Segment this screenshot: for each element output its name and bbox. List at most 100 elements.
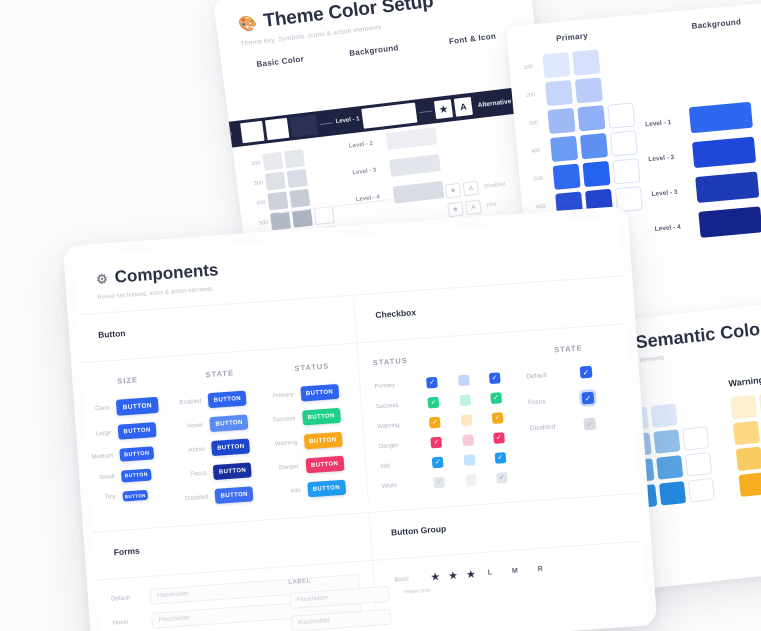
warning-swatch[interactable]	[732, 420, 761, 446]
checkbox-checked-alt[interactable]: ✓	[494, 452, 507, 464]
checkbox-default[interactable]: ✓	[579, 365, 593, 379]
segment-left[interactable]: L	[488, 569, 493, 576]
demo-button[interactable]: BUTTON	[207, 390, 247, 409]
scale-swatch[interactable]	[262, 151, 284, 171]
primary-step: 500	[533, 175, 544, 183]
demo-button[interactable]: BUTTON	[305, 455, 345, 474]
info-swatch[interactable]	[656, 455, 684, 480]
scale-swatch-alt[interactable]	[286, 168, 308, 189]
background-level-swatch[interactable]	[698, 206, 761, 238]
warning-swatch[interactable]	[738, 472, 761, 497]
checkbox-checked-alt[interactable]: ✓	[491, 412, 504, 424]
primary-swatch-outline[interactable]	[609, 130, 638, 157]
scale-swatch-alt[interactable]	[284, 149, 306, 169]
demo-button[interactable]: BUTTON	[120, 468, 152, 483]
demo-button[interactable]: BUTTON	[209, 414, 249, 433]
row-label: Medium	[91, 452, 114, 461]
demo-button[interactable]: BUTTON	[117, 422, 157, 440]
demo-button[interactable]: BUTTON	[122, 489, 149, 502]
star-icon[interactable]: ★	[444, 182, 462, 199]
font-icon-label: Hint	[486, 201, 497, 209]
form-input-labeled-2[interactable]: Placeholder	[290, 608, 392, 631]
checkbox-checked[interactable]: ✓	[432, 456, 444, 469]
primary-swatch-alt[interactable]	[577, 105, 606, 132]
primary-swatch-alt[interactable]	[582, 160, 611, 188]
dark-bar-swatch-white-2[interactable]	[264, 117, 290, 141]
info-swatch[interactable]	[653, 429, 681, 454]
info-swatch[interactable]	[658, 480, 687, 506]
scale-swatch[interactable]	[267, 191, 289, 211]
checkbox-checked-alt[interactable]: ✓	[493, 432, 505, 444]
checkbox-checked[interactable]: ✓	[426, 376, 439, 389]
checkbox-checked[interactable]: ✓	[427, 396, 440, 409]
checkbox-checked-alt[interactable]: ✓	[495, 472, 508, 484]
checkbox-checked-alt[interactable]: ✓	[490, 392, 502, 405]
letter-a-icon[interactable]: A	[462, 180, 480, 197]
dark-bar-swatch-white-1[interactable]	[240, 120, 265, 144]
scale-swatch-alt[interactable]	[289, 188, 311, 208]
checkbox-light[interactable]	[457, 374, 470, 387]
checkbox-checked[interactable]: ✓	[430, 436, 443, 449]
demo-button[interactable]: BUTTON	[211, 438, 251, 457]
segmented-control[interactable]: L M R	[488, 566, 544, 577]
primary-swatch-outline[interactable]	[612, 158, 641, 185]
primary-step: 400	[530, 148, 541, 155]
info-swatch[interactable]	[650, 403, 678, 429]
demo-button[interactable]: BUTTON	[119, 446, 155, 462]
background-level-swatch[interactable]	[695, 171, 760, 203]
demo-button[interactable]: BUTTON	[303, 431, 343, 450]
primary-swatch-alt[interactable]	[574, 77, 603, 104]
star-icon[interactable]: ★	[433, 99, 454, 120]
checkbox-light[interactable]	[459, 394, 471, 407]
primary-swatch[interactable]	[547, 107, 576, 135]
checkbox-light[interactable]	[464, 474, 477, 487]
checkbox-light[interactable]	[463, 454, 476, 467]
demo-button[interactable]: BUTTON	[306, 479, 346, 498]
star-icon[interactable]: ★	[447, 201, 464, 218]
demo-button[interactable]: BUTTON	[301, 407, 341, 426]
info-swatch-outline[interactable]	[684, 452, 713, 477]
scale-swatch[interactable]	[264, 171, 286, 191]
checkbox-checked[interactable]: ✓	[429, 416, 442, 429]
demo-button[interactable]: BUTTON	[214, 486, 254, 504]
letter-a-icon[interactable]: A	[465, 199, 482, 216]
scale-swatch[interactable]	[269, 211, 292, 231]
background-level-swatch[interactable]	[389, 154, 441, 177]
demo-button[interactable]: BUTTON	[213, 462, 253, 481]
background-level-swatch[interactable]	[392, 180, 445, 204]
star-icon[interactable]: ★	[466, 568, 477, 582]
info-swatch-outline[interactable]	[682, 426, 710, 451]
warning-swatch[interactable]	[735, 446, 761, 472]
checkbox-focus[interactable]: ✓	[581, 391, 595, 405]
components-title: Components	[114, 260, 220, 287]
segment-middle[interactable]: M	[512, 568, 518, 575]
segment-right[interactable]: R	[538, 566, 544, 573]
row-label: Primary	[272, 391, 294, 400]
checkbox-light[interactable]	[460, 414, 473, 427]
primary-swatch[interactable]	[542, 52, 571, 79]
primary-swatch[interactable]	[544, 79, 574, 107]
button-row: Success BUTTON	[269, 406, 362, 428]
primary-swatch-alt[interactable]	[572, 49, 601, 76]
info-swatch-empty	[679, 400, 706, 425]
checkbox-light[interactable]	[461, 434, 474, 447]
primary-swatch-outline[interactable]	[607, 102, 636, 129]
primary-swatch[interactable]	[550, 135, 579, 162]
background-level-swatch[interactable]	[688, 101, 753, 134]
button-row: Small BUTTON	[88, 466, 181, 485]
checkbox-checked-alt[interactable]: ✓	[488, 372, 501, 385]
row-label: Enabled	[179, 398, 202, 406]
letter-a-icon[interactable]: A	[453, 96, 473, 117]
dark-bar-swatch-dark[interactable]	[289, 114, 319, 138]
dark-bar-swatch-wide[interactable]	[361, 102, 418, 129]
primary-swatch[interactable]	[552, 163, 581, 190]
form-input-labeled[interactable]: Placeholder	[289, 585, 390, 609]
primary-swatch-alt[interactable]	[579, 133, 608, 160]
warning-swatch[interactable]	[730, 394, 758, 420]
checkbox-checked[interactable]: ✓	[433, 476, 446, 489]
demo-button[interactable]: BUTTON	[115, 396, 159, 416]
demo-button[interactable]: BUTTON	[300, 383, 340, 402]
info-swatch-outline[interactable]	[687, 477, 716, 503]
background-level-swatch[interactable]	[385, 127, 438, 151]
background-level-swatch[interactable]	[692, 136, 757, 169]
